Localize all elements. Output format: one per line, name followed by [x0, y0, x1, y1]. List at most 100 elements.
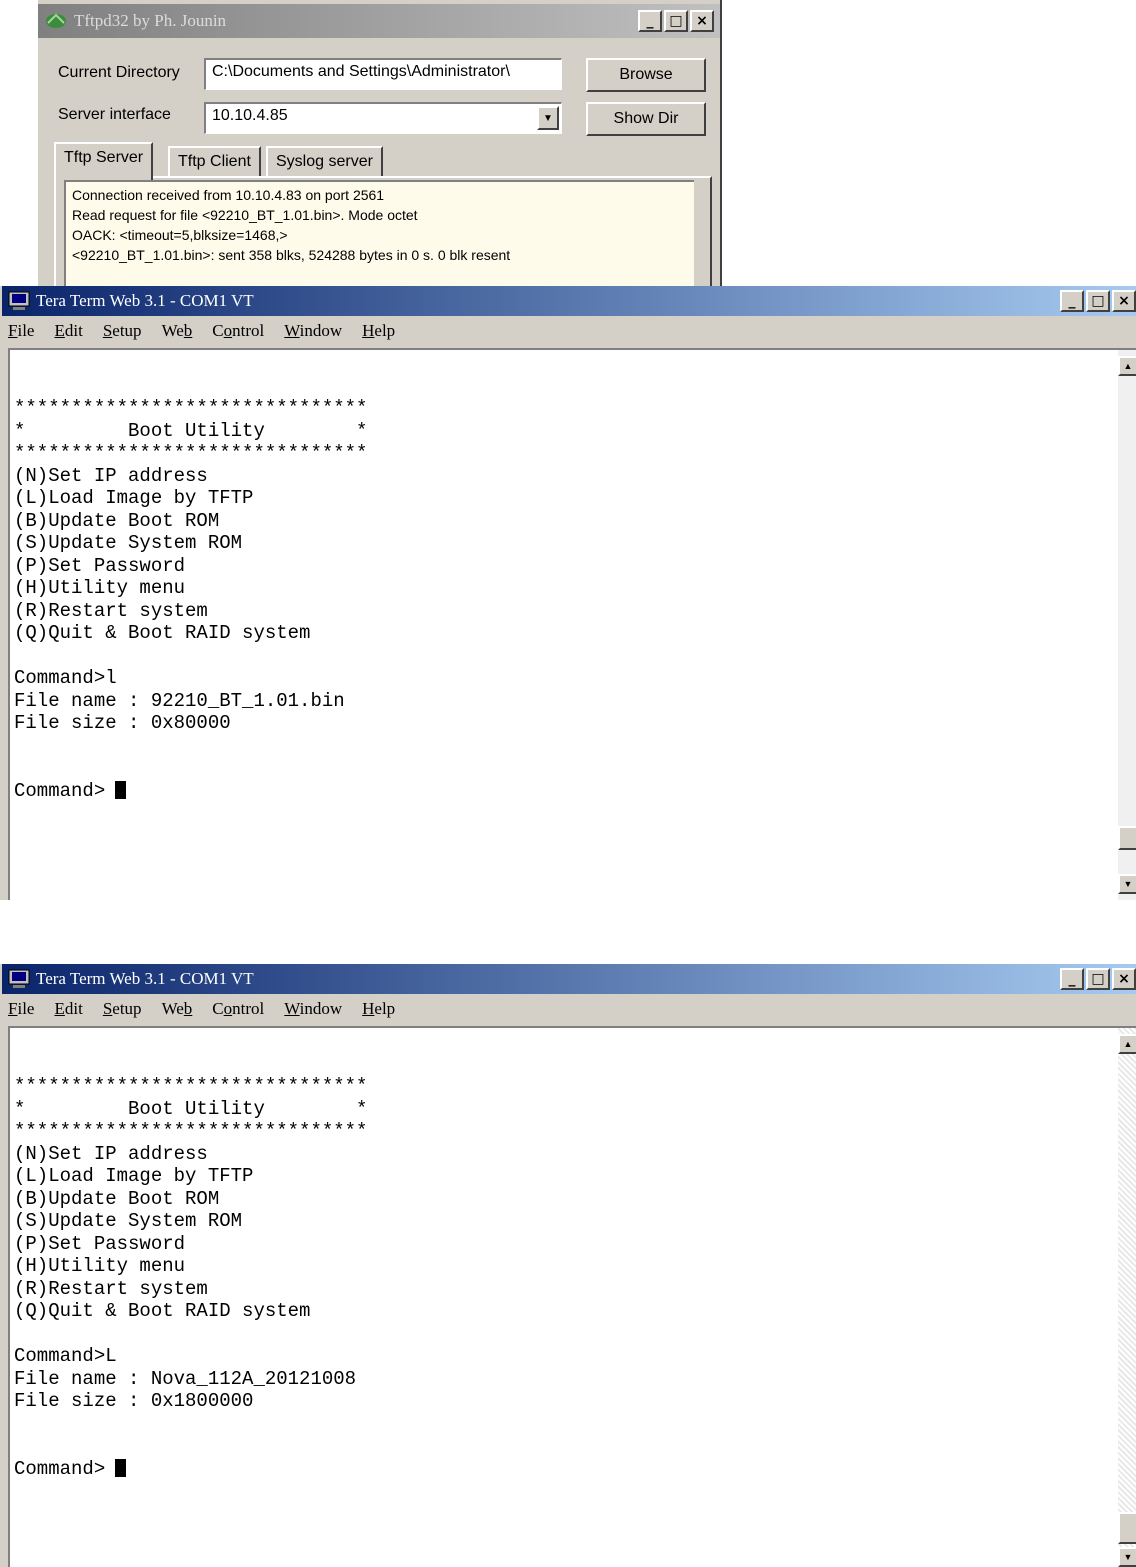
tab-tftp-server[interactable]: Tftp Server — [54, 142, 154, 180]
tftp-log[interactable]: Connection received from 10.10.4.83 on p… — [64, 180, 694, 288]
terminal-area[interactable]: ******************************* * Boot Ut… — [8, 348, 1136, 900]
teraterm-title: Tera Term Web 3.1 - COM1 VT — [36, 291, 254, 310]
scrollbar-thumb[interactable] — [1118, 1512, 1136, 1544]
terminal-line: File name : 92210_BT_1.01.bin — [14, 689, 345, 712]
menu-file[interactable]: File — [8, 999, 34, 1019]
log-line: Read request for file <92210_BT_1.01.bin… — [72, 207, 418, 223]
terminal-area[interactable]: ******************************* * Boot Ut… — [8, 1026, 1136, 1567]
terminal-line: (R)Restart system — [14, 1277, 208, 1300]
menu-file[interactable]: File — [8, 321, 34, 341]
menu-control[interactable]: Control — [212, 321, 264, 341]
log-line: <92210_BT_1.01.bin>: sent 358 blks, 5242… — [72, 247, 511, 263]
minimize-icon: _ — [646, 13, 654, 29]
terminal-line: * Boot Utility * — [14, 419, 368, 442]
minimize-button[interactable]: _ — [638, 10, 662, 32]
server-interface-label: Server interface — [58, 106, 171, 123]
menu-control[interactable]: Control — [212, 999, 264, 1019]
terminal-line: (P)Set Password — [14, 1232, 186, 1255]
menu-help[interactable]: Help — [362, 321, 395, 341]
maximize-icon: □ — [1091, 971, 1105, 987]
maximize-icon: □ — [669, 13, 683, 29]
menu-window[interactable]: Window — [284, 321, 342, 341]
terminal-line: (Q)Quit & Boot RAID system — [14, 622, 311, 644]
teraterm-title-bar[interactable]: Tera Term Web 3.1 - COM1 VT _ □ × — [2, 286, 1136, 316]
teraterm-window-bottom: Tera Term Web 3.1 - COM1 VT _ □ × File Ed… — [0, 964, 1136, 1567]
close-button[interactable]: × — [1112, 290, 1136, 312]
chevron-down-icon[interactable]: ▼ — [537, 106, 559, 130]
scrollbar-thumb[interactable] — [1118, 826, 1136, 850]
maximize-button[interactable]: □ — [1086, 968, 1110, 990]
browse-button[interactable]: Browse — [586, 58, 706, 92]
tftpd32-title: Tftpd32 by Ph. Jounin — [74, 11, 227, 30]
terminal-line: * Boot Utility * — [14, 1097, 368, 1120]
menu-edit[interactable]: Edit — [54, 999, 82, 1019]
menu-help[interactable]: Help — [362, 999, 395, 1019]
menu-setup[interactable]: Setup — [103, 999, 142, 1019]
menu-web[interactable]: Web — [162, 999, 193, 1019]
arrow-down-icon: ▼ — [1123, 879, 1133, 889]
terminal-lines: ******************************* * Boot Ut… — [14, 1075, 367, 1413]
terminal-line: File size : 0x80000 — [14, 712, 231, 734]
maximize-button[interactable]: □ — [1086, 290, 1110, 312]
menu-setup[interactable]: Setup — [103, 321, 142, 341]
teraterm-title-bar[interactable]: Tera Term Web 3.1 - COM1 VT _ □ × — [2, 964, 1136, 994]
terminal-line: (P)Set Password — [14, 554, 186, 577]
scroll-up-button[interactable]: ▲ — [1118, 1034, 1136, 1054]
log-line: Connection received from 10.10.4.83 on p… — [72, 187, 385, 203]
server-interface-select[interactable]: 10.10.4.85 ▼ — [204, 102, 562, 134]
close-icon: × — [1118, 971, 1130, 987]
terminal-output: ******************************* * Boot Ut… — [14, 352, 367, 847]
menu-edit[interactable]: Edit — [54, 321, 82, 341]
maximize-button[interactable]: □ — [664, 10, 688, 32]
vertical-scrollbar[interactable]: ▲ ▼ — [1118, 350, 1136, 900]
terminal-prompt-line: Command> — [14, 1458, 367, 1481]
close-icon: × — [1118, 293, 1130, 309]
tftpd32-title-bar[interactable]: Tftpd32 by Ph. Jounin _ □ × — [38, 4, 720, 38]
tftpd32-window-controls: _ □ × — [638, 10, 714, 32]
terminal-line: (H)Utility menu — [14, 577, 186, 599]
minimize-icon: _ — [1068, 293, 1076, 309]
scroll-up-button[interactable]: ▲ — [1118, 356, 1136, 376]
tftpd32-window: Tftpd32 by Ph. Jounin _ □ × Current Dire… — [36, 0, 722, 288]
close-button[interactable]: × — [1112, 968, 1136, 990]
terminal-line: File name : Nova_112A_20121008 — [14, 1367, 357, 1390]
minimize-icon: _ — [1068, 971, 1076, 987]
menu-window[interactable]: Window — [284, 999, 342, 1019]
tab-syslog-server[interactable]: Syslog server — [266, 146, 383, 178]
terminal-cursor — [115, 1458, 127, 1477]
maximize-icon: □ — [1091, 293, 1105, 309]
terminal-line: (Q)Quit & Boot RAID system — [14, 1300, 311, 1322]
current-directory-field[interactable]: C:\Documents and Settings\Administrator\ — [204, 58, 562, 90]
log-line: OACK: <timeout=5,blksize=1468,> — [72, 227, 288, 243]
scroll-down-button[interactable]: ▼ — [1118, 1547, 1136, 1567]
terminal-line: (B)Update Boot ROM — [14, 1187, 220, 1210]
menu-web[interactable]: Web — [162, 321, 193, 341]
teraterm-window-controls: _ □ × — [1060, 968, 1136, 990]
terminal-line: ******************************* — [14, 1120, 368, 1142]
terminal-line: (N)Set IP address — [14, 1142, 208, 1165]
close-button[interactable]: × — [690, 10, 714, 32]
teraterm-app-icon — [8, 291, 30, 310]
terminal-line: Command>L — [14, 1345, 117, 1367]
minimize-button[interactable]: _ — [1060, 290, 1084, 312]
teraterm-title: Tera Term Web 3.1 - COM1 VT — [36, 969, 254, 988]
menu-bar: File Edit Setup Web Control Window Help — [2, 316, 1136, 346]
terminal-prompt-line: Command> — [14, 780, 367, 803]
terminal-line: File size : 0x1800000 — [14, 1390, 254, 1412]
close-icon: × — [696, 13, 708, 29]
teraterm-window-controls: _ □ × — [1060, 290, 1136, 312]
arrow-up-icon: ▲ — [1123, 1039, 1133, 1049]
terminal-line: (S)Update System ROM — [14, 1210, 243, 1232]
scroll-down-button[interactable]: ▼ — [1118, 874, 1136, 894]
terminal-output: ******************************* * Boot Ut… — [14, 1030, 367, 1525]
tftp-server-panel: Connection received from 10.10.4.83 on p… — [54, 176, 712, 288]
minimize-button[interactable]: _ — [1060, 968, 1084, 990]
vertical-scrollbar[interactable]: ▲ ▼ — [1118, 1028, 1136, 1567]
terminal-line: (R)Restart system — [14, 599, 208, 622]
terminal-line: ******************************* — [14, 442, 368, 464]
show-dir-button[interactable]: Show Dir — [586, 102, 706, 136]
terminal-line: (S)Update System ROM — [14, 532, 243, 554]
tab-tftp-client[interactable]: Tftp Client — [168, 146, 261, 178]
